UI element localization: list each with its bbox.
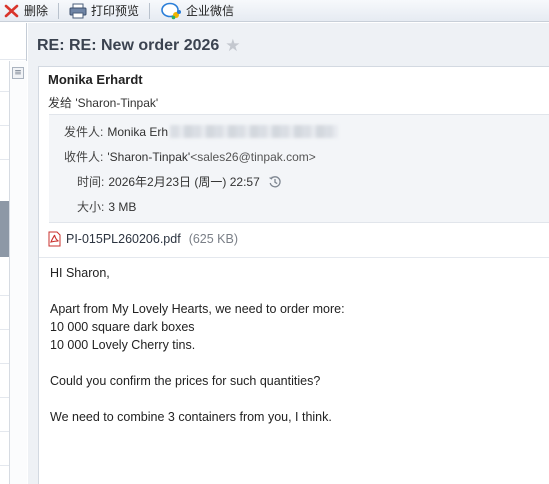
time-value: 2026年2月23日 (周一) 22:57 — [108, 175, 260, 189]
star-icon[interactable]: ★ — [225, 37, 240, 55]
attachment-size: (625 KB) — [188, 232, 239, 246]
body-greeting: HI Sharon, — [50, 266, 110, 280]
to-row: 收件人: 'Sharon-Tinpak' <sales26@tinpak.com… — [64, 148, 316, 165]
attachment-row[interactable]: PI-015PL260206.pdf (625 KB) — [48, 231, 238, 247]
to-label: 收件人: — [64, 150, 104, 164]
attachment-name[interactable]: PI-015PL260206.pdf — [66, 232, 181, 246]
to-address[interactable]: <sales26@tinpak.com> — [190, 150, 316, 164]
toolbar-separator — [58, 2, 60, 19]
message-card: Monika Erhardt 发给 'Sharon-Tinpak' 发件人: M… — [38, 66, 549, 484]
list-scrollbar[interactable]: ≡ — [9, 61, 27, 484]
wecom-chat-icon — [161, 2, 182, 19]
pdf-file-icon — [48, 231, 61, 247]
message-body: HI Sharon, Apart from My Lovely Hearts, … — [50, 264, 345, 426]
to-name[interactable]: 'Sharon-Tinpak' — [107, 150, 190, 164]
header-details: 发件人: Monika Erh 收件人: 'Sharon-Tinpak' <sa… — [49, 114, 549, 223]
size-label: 大小: — [77, 200, 105, 214]
toolbar: 删除 打印预览 企业微信 — [0, 0, 549, 22]
delete-label: 删除 — [24, 4, 49, 18]
time-row: 时间: 2026年2月23日 (周一) 22:57 — [77, 173, 282, 190]
from-label: 发件人: — [64, 125, 104, 139]
toolbar-separator — [149, 2, 151, 19]
print-preview-button[interactable]: 打印预览 — [65, 1, 143, 21]
email-subject: RE: RE: New order 2026 — [37, 37, 220, 54]
list-row-divider — [0, 59, 26, 60]
size-value: 3 MB — [108, 199, 137, 214]
scrollbar-grip-icon[interactable]: ≡ — [12, 67, 24, 79]
subject-row: RE: RE: New order 2026 ★ — [37, 37, 241, 55]
body-line: We need to combine 3 containers from you… — [50, 410, 332, 424]
time-label: 时间: — [77, 175, 105, 189]
size-row: 大小: 3 MB — [77, 198, 136, 215]
from-value[interactable]: Monika Erh — [107, 125, 168, 139]
wecom-label: 企业微信 — [186, 4, 235, 18]
body-line: 10 000 square dark boxes — [50, 320, 195, 334]
delete-button[interactable]: 删除 — [0, 1, 52, 21]
history-clock-icon[interactable] — [268, 175, 282, 189]
printer-icon — [69, 3, 87, 18]
reading-pane: RE: RE: New order 2026 ★ Monika Erhardt … — [28, 23, 549, 484]
sent-to-line: 发给 'Sharon-Tinpak' — [48, 96, 159, 110]
sender-name[interactable]: Monika Erhardt — [48, 72, 143, 87]
body-line: Apart from My Lovely Hearts, we need to … — [50, 302, 345, 316]
from-row: 发件人: Monika Erh — [64, 123, 339, 140]
print-preview-label: 打印预览 — [91, 4, 140, 18]
wecom-button[interactable]: 企业微信 — [156, 1, 238, 21]
delete-x-icon — [4, 4, 19, 17]
body-line: Could you confirm the prices for such qu… — [50, 374, 321, 388]
redacted-address — [170, 125, 339, 138]
body-divider — [39, 257, 549, 258]
body-line: 10 000 Lovely Cherry tins. — [50, 338, 196, 352]
